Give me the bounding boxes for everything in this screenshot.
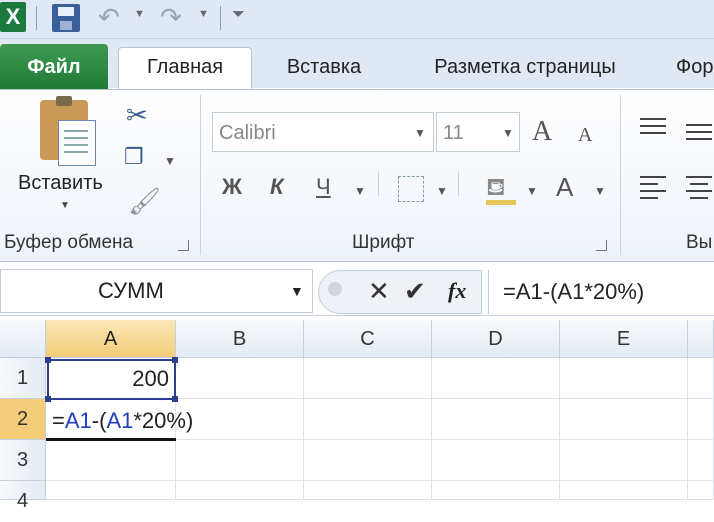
- formula-ref-a1: A1: [64, 408, 92, 433]
- cell-e2[interactable]: [560, 399, 688, 440]
- copy-dropdown-icon[interactable]: ▼: [164, 154, 176, 168]
- column-header-a[interactable]: A: [46, 320, 176, 358]
- font-color-icon[interactable]: A: [556, 172, 573, 203]
- reference-highlight-a1: [47, 359, 176, 400]
- font-name-box[interactable]: Calibri: [212, 112, 434, 152]
- font-launcher-icon[interactable]: [596, 240, 607, 251]
- tab-page-layout[interactable]: Разметка страницы: [410, 48, 640, 88]
- clipboard-launcher-icon[interactable]: [178, 240, 189, 251]
- customize-qat-icon[interactable]: ⏷: [232, 6, 245, 24]
- cell-a4[interactable]: [46, 481, 176, 500]
- row-header-1[interactable]: 1: [0, 358, 46, 399]
- column-header-f[interactable]: [688, 320, 714, 358]
- tab-file[interactable]: Файл: [0, 44, 108, 90]
- italic-button[interactable]: К: [270, 170, 284, 204]
- align-left-icon[interactable]: [640, 176, 666, 199]
- cell-d3[interactable]: [432, 440, 560, 481]
- insert-function-icon[interactable]: fx: [448, 272, 466, 310]
- cell-d1[interactable]: [432, 358, 560, 399]
- cell-a2-formula: =A1-(A1*20%): [52, 400, 193, 441]
- clipboard-group-label: Буфер обмена: [4, 232, 134, 253]
- cell-e4[interactable]: [560, 481, 688, 500]
- column-header-b[interactable]: B: [176, 320, 304, 358]
- ribbon-tabs: Файл Главная Вставка Разметка страницы Ф…: [0, 39, 714, 90]
- font-name-dropdown-icon[interactable]: ▼: [414, 126, 426, 140]
- tab-insert[interactable]: Вставка: [268, 48, 380, 88]
- undo-icon[interactable]: ↶: [98, 2, 120, 32]
- fill-color-dropdown-icon[interactable]: ▼: [526, 184, 538, 198]
- alignment-group-label: Вы: [686, 232, 713, 253]
- reference-handle[interactable]: [45, 357, 51, 363]
- enter-icon[interactable]: ✔: [404, 272, 426, 310]
- tab-home[interactable]: Главная: [118, 47, 252, 90]
- group-divider: [458, 172, 459, 196]
- align-top-icon[interactable]: [640, 118, 666, 134]
- underline-button[interactable]: Ч: [316, 170, 331, 204]
- group-divider: [200, 95, 201, 255]
- cell-d2[interactable]: [432, 399, 560, 440]
- formula-input[interactable]: =A1-(A1*20%): [488, 270, 714, 314]
- paste-dropdown-icon[interactable]: ▼: [60, 200, 70, 211]
- cell-e1[interactable]: [560, 358, 688, 399]
- underline-dropdown-icon[interactable]: ▼: [354, 184, 366, 198]
- paste-paper-icon: [58, 120, 96, 166]
- formula-mid: -(: [91, 408, 107, 433]
- redo-dropdown-icon[interactable]: ▼: [198, 8, 209, 20]
- tab-formulas[interactable]: Фор: [676, 48, 714, 88]
- cell-c1[interactable]: [304, 358, 432, 399]
- toolbar-divider: [36, 6, 37, 30]
- format-painter-icon[interactable]: 🖌: [128, 186, 161, 216]
- font-color-dropdown-icon[interactable]: ▼: [594, 184, 606, 198]
- cell-f1[interactable]: [688, 358, 714, 399]
- bold-button[interactable]: Ж: [222, 170, 242, 204]
- cell-f2[interactable]: [688, 399, 714, 440]
- shrink-font-icon[interactable]: A: [578, 124, 592, 147]
- group-divider: [378, 172, 379, 196]
- save-icon[interactable]: [52, 4, 80, 32]
- grow-font-icon[interactable]: A: [532, 116, 552, 148]
- column-header-e[interactable]: E: [560, 320, 688, 358]
- cell-b2[interactable]: [176, 399, 304, 440]
- cell-d4[interactable]: [432, 481, 560, 500]
- cut-icon[interactable]: ✂: [126, 100, 148, 130]
- cell-b4[interactable]: [176, 481, 304, 500]
- cell-c4[interactable]: [304, 481, 432, 500]
- column-header-d[interactable]: D: [432, 320, 560, 358]
- align-center-icon[interactable]: [686, 176, 712, 199]
- borders-dropdown-icon[interactable]: ▼: [436, 184, 448, 198]
- copy-icon[interactable]: ❐: [124, 142, 144, 172]
- row-header-3[interactable]: 3: [0, 440, 46, 481]
- name-box-dropdown-icon[interactable]: ▼: [290, 283, 304, 299]
- align-middle-icon[interactable]: [686, 124, 712, 140]
- font-group-label: Шрифт: [352, 232, 415, 253]
- toolbar-divider: [220, 6, 221, 30]
- excel-logo-icon[interactable]: X: [0, 2, 26, 32]
- row-header-4[interactable]: 4: [0, 481, 46, 512]
- group-divider: [620, 95, 621, 255]
- reference-handle[interactable]: [172, 357, 178, 363]
- name-box-value: СУММ: [98, 278, 164, 303]
- fill-color-swatch: [486, 200, 516, 205]
- cell-f4[interactable]: [688, 481, 714, 500]
- cancel-icon[interactable]: ✕: [368, 272, 390, 310]
- formula-eq: =: [52, 408, 65, 433]
- cell-a3[interactable]: [46, 440, 176, 481]
- undo-dropdown-icon[interactable]: ▼: [134, 8, 145, 20]
- cell-f3[interactable]: [688, 440, 714, 481]
- cell-b1[interactable]: [176, 358, 304, 399]
- redo-icon[interactable]: ↷: [160, 2, 182, 32]
- paste-button[interactable]: Вставить: [18, 172, 103, 195]
- formula-ref-a1: A1: [106, 408, 134, 433]
- column-header-c[interactable]: C: [304, 320, 432, 358]
- cell-b3[interactable]: [176, 440, 304, 481]
- cell-e3[interactable]: [560, 440, 688, 481]
- cell-c3[interactable]: [304, 440, 432, 481]
- select-all-corner[interactable]: [0, 320, 46, 358]
- cell-c2[interactable]: [304, 399, 432, 440]
- formula-tail: *20%): [133, 408, 194, 433]
- row-header-2[interactable]: 2: [0, 399, 46, 440]
- font-size-dropdown-icon[interactable]: ▼: [502, 126, 514, 140]
- borders-icon[interactable]: [398, 176, 424, 202]
- formula-bar-handle-icon[interactable]: [328, 282, 342, 296]
